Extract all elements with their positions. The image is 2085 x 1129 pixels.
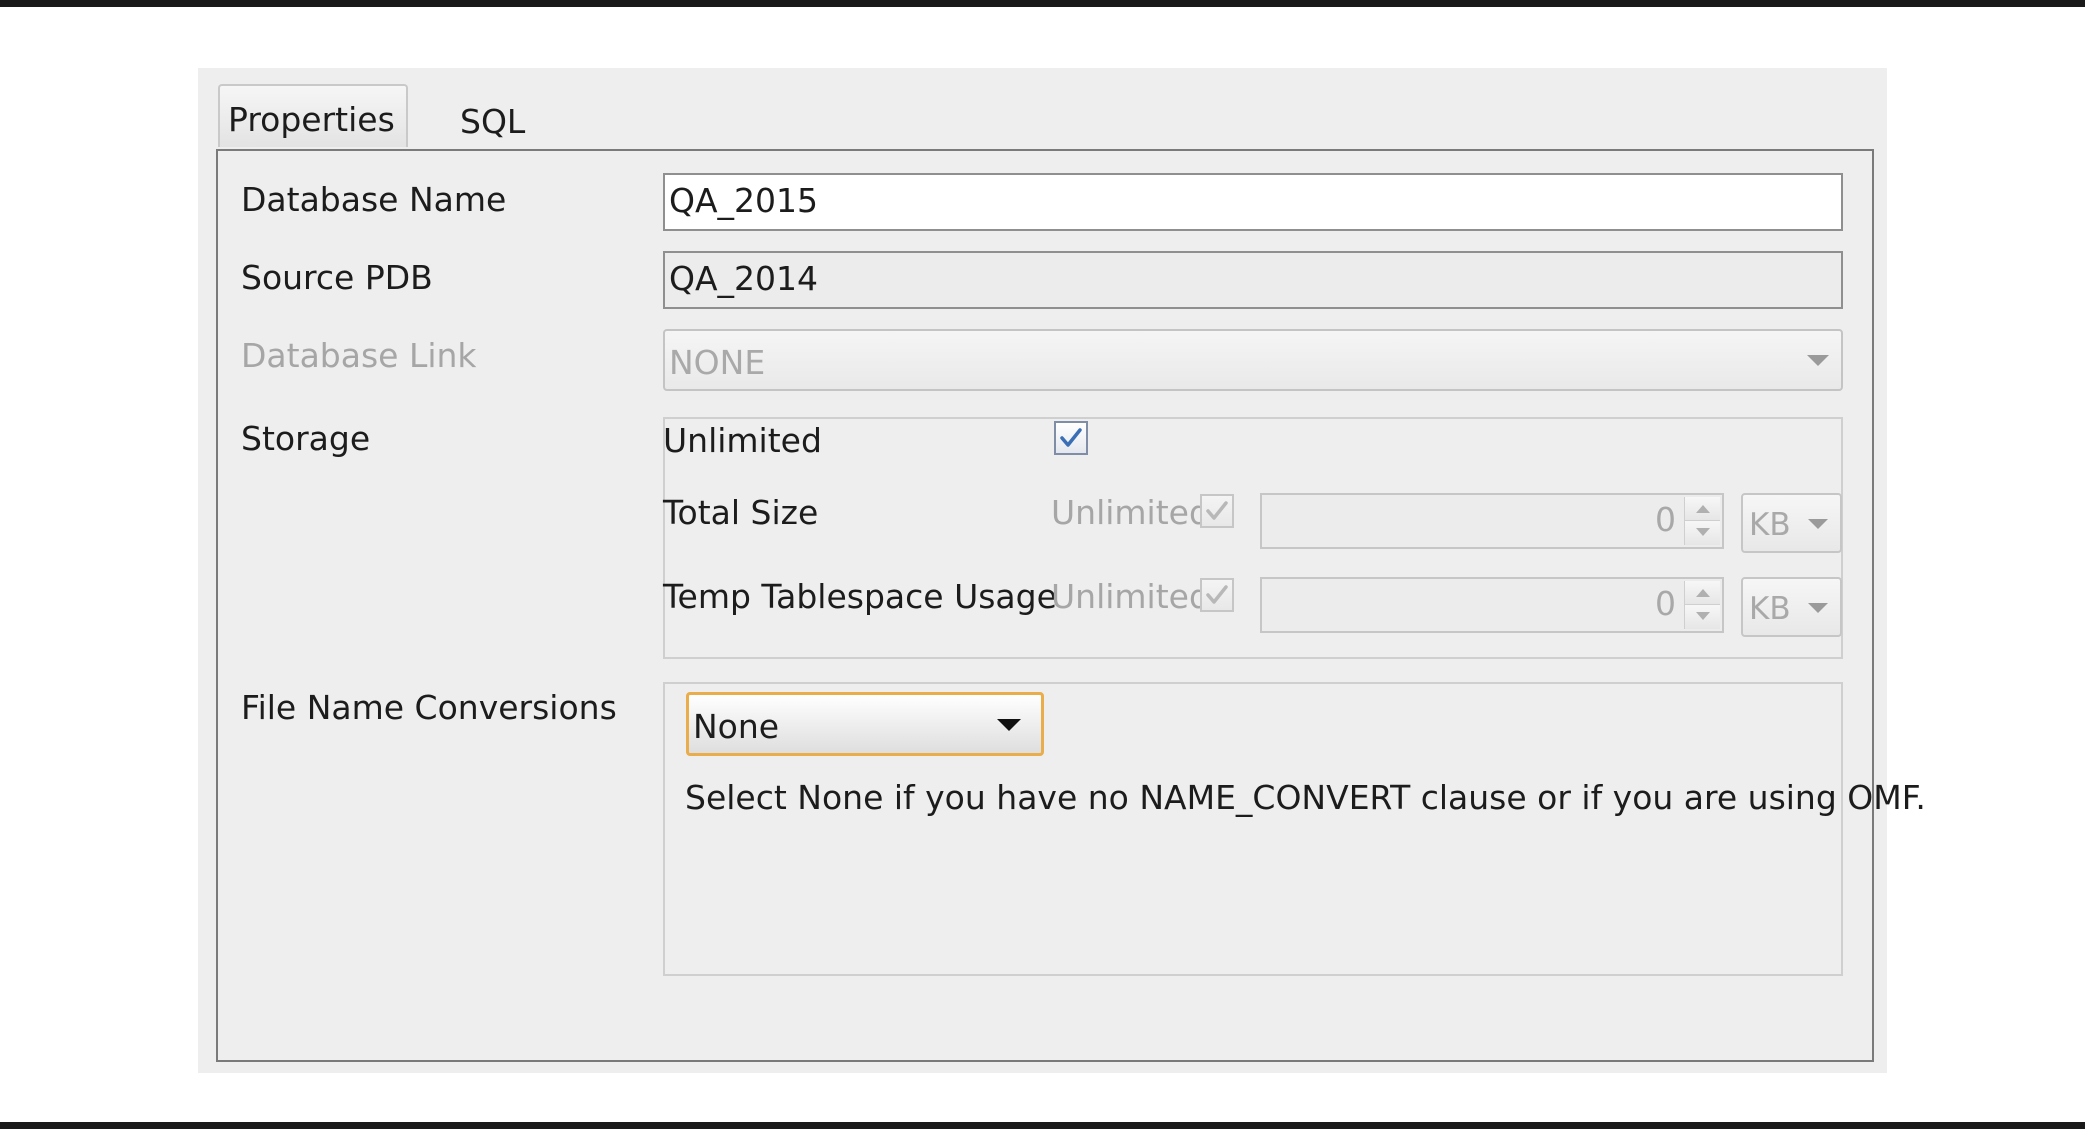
- total-size-unit: KB: [1749, 507, 1791, 543]
- temp-tablespace-unlimited-checkbox: [1200, 578, 1234, 612]
- total-size-label: Total Size: [663, 493, 819, 532]
- database-name-label: Database Name: [241, 180, 507, 219]
- total-size-unlimited-checkbox: [1200, 494, 1234, 528]
- chevron-down-icon: [1696, 528, 1710, 536]
- database-link-label: Database Link: [241, 336, 477, 375]
- spinner-down-button: [1684, 605, 1720, 629]
- checkmark-icon: [1206, 501, 1228, 520]
- temp-tablespace-unlimited-label: Unlimited: [1051, 577, 1210, 616]
- temp-tablespace-value: 0: [1655, 584, 1676, 623]
- bottom-rule: [0, 1122, 2085, 1129]
- chevron-down-icon: [1696, 612, 1710, 620]
- chevron-down-icon: [1808, 603, 1828, 613]
- file-name-conversions-value: None: [693, 707, 780, 746]
- chevron-up-icon: [1696, 589, 1710, 597]
- checkmark-icon: [1060, 428, 1082, 447]
- temp-tablespace-unit: KB: [1749, 591, 1791, 627]
- storage-unlimited-label: Unlimited: [663, 421, 822, 460]
- total-size-spinner: 0: [1260, 493, 1724, 549]
- checkmark-icon: [1206, 585, 1228, 604]
- chevron-up-icon: [1696, 505, 1710, 513]
- chevron-down-icon: [1808, 519, 1828, 529]
- file-name-conversions-hint: Select None if you have no NAME_CONVERT …: [685, 778, 1926, 817]
- total-size-unit-combo: KB: [1741, 493, 1842, 553]
- total-size-value: 0: [1655, 500, 1676, 539]
- tab-properties[interactable]: Properties: [218, 84, 408, 147]
- pdb-clone-dialog: Properties SQL Database Name QA_2015 Sou…: [198, 68, 1926, 1073]
- chevron-down-icon: [1807, 355, 1829, 366]
- database-name-input[interactable]: QA_2015: [663, 173, 1843, 231]
- spinner-up-button: [1684, 497, 1720, 521]
- storage-unlimited-checkbox[interactable]: [1054, 421, 1088, 455]
- file-name-conversions-combo[interactable]: None: [686, 692, 1044, 756]
- spinner-down-button: [1684, 521, 1720, 545]
- file-name-conversions-label: File Name Conversions: [241, 688, 617, 727]
- spinner-up-button: [1684, 581, 1720, 605]
- chevron-down-icon: [997, 719, 1021, 731]
- database-link-value: NONE: [669, 343, 766, 382]
- temp-tablespace-spinner: 0: [1260, 577, 1724, 633]
- temp-tablespace-label: Temp Tablespace Usage: [663, 577, 1057, 616]
- storage-label: Storage: [241, 419, 371, 458]
- temp-tablespace-unit-combo: KB: [1741, 577, 1842, 637]
- properties-panel: Database Name QA_2015 Source PDB QA_2014…: [216, 149, 1926, 1062]
- source-pdb-input[interactable]: QA_2014: [663, 251, 1843, 309]
- top-rule: [0, 0, 2085, 7]
- total-size-unlimited-label: Unlimited: [1051, 493, 1210, 532]
- tab-sql[interactable]: SQL: [460, 102, 525, 141]
- database-link-combo: NONE: [663, 329, 1843, 391]
- source-pdb-label: Source PDB: [241, 258, 433, 297]
